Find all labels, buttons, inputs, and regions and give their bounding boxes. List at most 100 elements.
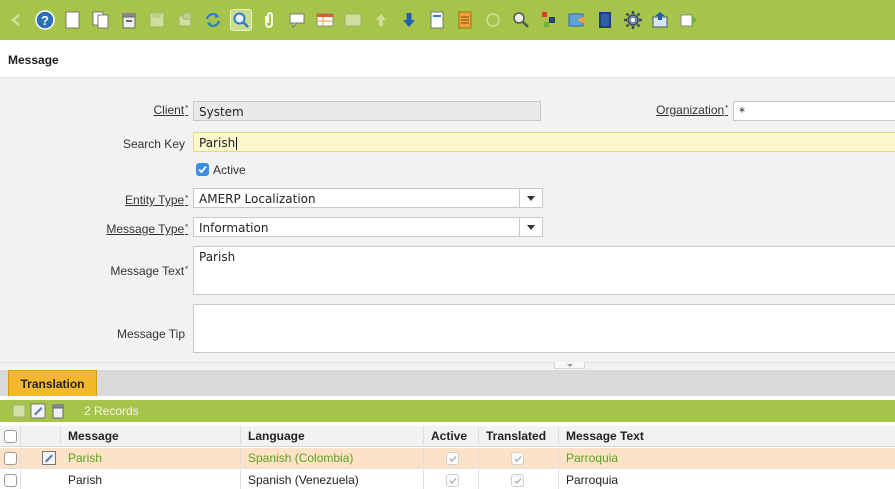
splitter-handle[interactable]: [554, 362, 585, 369]
cell-language[interactable]: Spanish (Colombia): [240, 448, 423, 469]
required-marker: •: [185, 263, 188, 272]
checkmark-icon: [449, 477, 456, 484]
organization-label[interactable]: Organization•: [620, 102, 728, 117]
checkmark-icon: [198, 165, 207, 174]
process-icon[interactable]: [622, 9, 644, 31]
record-count: 2 Records: [84, 404, 139, 418]
active-checkbox[interactable]: [196, 163, 209, 176]
checkmark-icon: [449, 455, 456, 462]
message-text-area[interactable]: Parish: [193, 246, 895, 295]
request-icon[interactable]: [538, 9, 560, 31]
export-icon[interactable]: [650, 9, 672, 31]
required-marker: •: [185, 221, 188, 230]
workflow-icon[interactable]: [594, 9, 616, 31]
delete-icon[interactable]: [118, 9, 140, 31]
required-marker: •: [185, 192, 188, 201]
print-icon[interactable]: [482, 9, 504, 31]
refresh-icon[interactable]: [202, 9, 224, 31]
entity-type-label-text: Entity Type: [125, 193, 185, 207]
window-title: Message: [8, 53, 59, 67]
organization-label-text: Organization: [656, 103, 725, 117]
tab-translation[interactable]: Translation: [8, 370, 97, 396]
cell-active: [423, 448, 478, 469]
grid-toggle-icon[interactable]: [314, 9, 336, 31]
entity-type-select[interactable]: AMERP Localization: [193, 188, 520, 208]
translated-checkbox-readonly: [511, 452, 524, 465]
parent-icon[interactable]: [370, 9, 392, 31]
table-header-row: Message Language Active Translated Messa…: [0, 426, 895, 447]
search-key-input[interactable]: Parish: [193, 132, 895, 152]
entity-type-label[interactable]: Entity Type•: [100, 192, 188, 207]
grid-edit-icon[interactable]: [30, 403, 46, 419]
active-label[interactable]: Active: [213, 163, 246, 177]
select-all-checkbox[interactable]: [4, 430, 17, 443]
column-header-translated[interactable]: Translated: [478, 426, 558, 447]
search-key-value: Parish: [199, 136, 236, 150]
main-toolbar: ?: [0, 0, 895, 40]
message-type-select[interactable]: Information: [193, 217, 520, 237]
client-label[interactable]: Client•: [110, 102, 189, 117]
svg-text:?: ?: [41, 13, 49, 28]
column-header-active[interactable]: Active: [423, 426, 478, 447]
message-type-label[interactable]: Message Type•: [90, 221, 188, 236]
row-select-cell: [0, 448, 20, 469]
back-icon[interactable]: [6, 9, 28, 31]
message-text-label-text: Message Text: [110, 264, 185, 278]
window-header: Message: [0, 40, 895, 78]
cell-language[interactable]: Spanish (Venezuela): [240, 470, 423, 489]
table-row[interactable]: Parish Spanish (Colombia) Parroquia: [0, 448, 895, 469]
find-icon[interactable]: [230, 9, 252, 31]
save-icon[interactable]: [146, 9, 168, 31]
client-field[interactable]: System: [193, 101, 541, 121]
import-icon[interactable]: [678, 9, 700, 31]
row-checkbox[interactable]: [4, 474, 17, 487]
panel-splitter[interactable]: [0, 362, 895, 370]
column-header-language[interactable]: Language: [240, 426, 423, 447]
row-edit-cell: [20, 448, 60, 469]
detail-tab-bar: Translation: [0, 370, 895, 396]
detail-icon[interactable]: [398, 9, 420, 31]
archive-icon[interactable]: [454, 9, 476, 31]
cell-message[interactable]: Parish: [60, 470, 240, 489]
client-label-text: Client: [153, 103, 185, 117]
cell-message-text[interactable]: Parroquia: [558, 470, 895, 489]
active-checkbox-readonly: [446, 452, 459, 465]
product-info-icon[interactable]: [566, 9, 588, 31]
undo-icon[interactable]: [174, 9, 196, 31]
column-header-message-text[interactable]: Message Text: [558, 426, 895, 447]
copy-record-icon[interactable]: [90, 9, 112, 31]
history-icon[interactable]: [342, 9, 364, 31]
help-icon[interactable]: ?: [34, 9, 56, 31]
report-icon[interactable]: [426, 9, 448, 31]
cell-message-text[interactable]: Parroquia: [558, 448, 895, 469]
zoom-across-icon[interactable]: [510, 9, 532, 31]
grid-new-icon[interactable]: [12, 404, 26, 418]
cell-translated: [478, 470, 558, 489]
column-header-message[interactable]: Message: [60, 426, 240, 447]
entity-type-dropdown-button[interactable]: [519, 188, 543, 208]
grid-delete-icon[interactable]: [50, 403, 66, 419]
chat-icon[interactable]: [286, 9, 308, 31]
cell-translated: [478, 448, 558, 469]
row-icon-header: [20, 426, 60, 447]
cell-message[interactable]: Parish: [60, 448, 240, 469]
row-select-cell: [0, 470, 20, 489]
message-type-dropdown-button[interactable]: [519, 217, 543, 237]
edit-record-icon[interactable]: [42, 451, 56, 465]
attachment-icon[interactable]: [258, 9, 280, 31]
table-row[interactable]: Parish Spanish (Venezuela) Parroquia: [0, 470, 895, 489]
chevron-down-icon: [566, 363, 573, 367]
new-record-icon[interactable]: [62, 9, 84, 31]
message-tip-area[interactable]: [193, 304, 895, 353]
checkmark-icon: [514, 455, 521, 462]
organization-field[interactable]: *: [733, 101, 895, 121]
message-tip-label: Message Tip: [116, 327, 185, 341]
required-marker: •: [725, 102, 728, 111]
grid-toolbar: 2 Records: [0, 400, 895, 422]
translated-checkbox-readonly: [511, 474, 524, 487]
chevron-down-icon: [527, 195, 535, 201]
row-checkbox[interactable]: [4, 452, 17, 465]
cell-active: [423, 470, 478, 489]
record-form: Client• System Organization• * Search Ke…: [0, 78, 895, 362]
checkmark-icon: [514, 477, 521, 484]
